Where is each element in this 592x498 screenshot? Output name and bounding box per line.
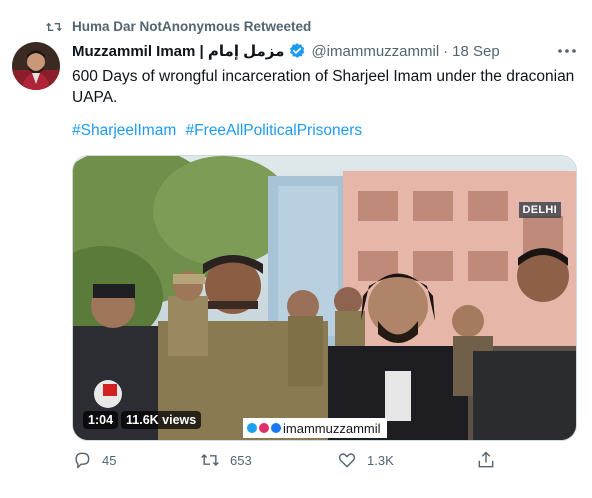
retweet-icon	[46, 22, 62, 32]
tweet-actions: 45 653 1.3K	[60, 450, 560, 476]
author-name[interactable]: Muzzammil Imam | مزمل إمام	[72, 42, 284, 60]
tweet-text: 600 Days of wrongful incarceration of Sh…	[72, 68, 575, 106]
avatar[interactable]	[12, 42, 60, 90]
video-watermark: imammuzzammil	[243, 418, 387, 438]
watermark-logo-icon	[259, 423, 269, 433]
hashtag-list: #SharjeelImam #FreeAllPoliticalPrisoners	[72, 122, 367, 140]
separator-dot: ·	[443, 42, 449, 60]
video-duration: 1:04	[83, 411, 119, 429]
tweet-header: Muzzammil Imam | مزمل إمام @imammuzzammi…	[72, 41, 500, 61]
like-icon	[338, 453, 356, 468]
retweet-icon	[201, 453, 219, 467]
video-player[interactable]: DELHI 1:04 11.6K views imammuzzammil	[72, 155, 577, 441]
tweet-card[interactable]: Huma Dar NotAnonymous Retweeted Muzzammi…	[0, 0, 592, 498]
watermark-logo-icon	[271, 423, 281, 433]
like-button[interactable]: 1.3K	[337, 450, 394, 470]
reply-count: 45	[102, 452, 117, 468]
location-tag: DELHI	[518, 202, 561, 218]
retweet-count: 653	[230, 452, 252, 468]
like-count: 1.3K	[367, 452, 394, 468]
watermark-text: imammuzzammil	[283, 420, 381, 436]
verified-icon	[290, 43, 305, 58]
retweet-label[interactable]: Huma Dar NotAnonymous Retweeted	[72, 19, 311, 34]
retweet-button[interactable]: 653	[200, 450, 252, 470]
more-icon[interactable]	[555, 43, 579, 59]
video-stats: 1:04 11.6K views	[83, 411, 202, 429]
share-icon	[478, 451, 494, 468]
hashtag-link[interactable]: #FreeAllPoliticalPrisoners	[186, 122, 363, 139]
watermark-logo-icon	[247, 423, 257, 433]
reply-icon	[75, 452, 90, 469]
tweet-timestamp[interactable]: 18 Sep	[452, 43, 500, 60]
author-handle[interactable]: @imammuzzammil	[311, 43, 439, 60]
video-frame	[73, 156, 576, 440]
share-button[interactable]	[476, 450, 496, 470]
hashtag-link[interactable]: #SharjeelImam	[72, 122, 176, 139]
reply-button[interactable]: 45	[72, 450, 116, 470]
video-views: 11.6K views	[121, 411, 202, 429]
